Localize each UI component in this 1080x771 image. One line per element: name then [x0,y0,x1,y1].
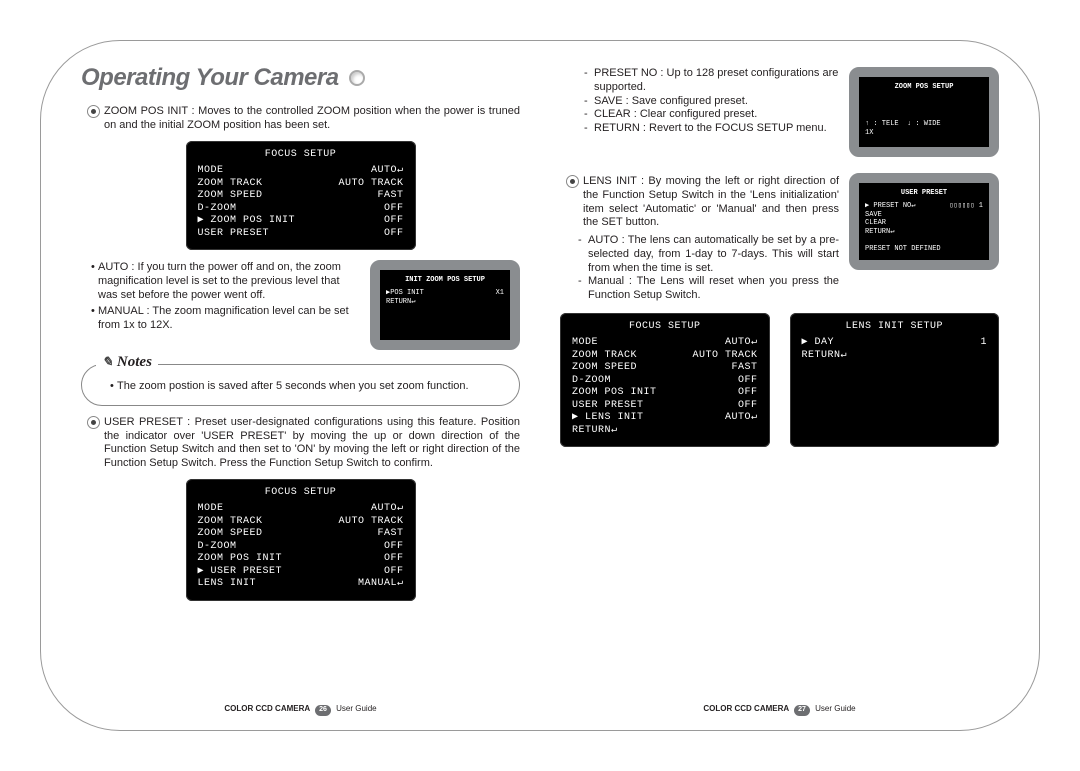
osd-row: MODEAUTO↵ [572,337,758,350]
osd-focus-setup-1: FOCUS SETUP MODEAUTO↵ZOOM TRACKAUTO TRAC… [186,141,416,251]
osd-row: RETURN↵ [865,228,983,237]
monitor-user-preset: USER PRESET ▶ PRESET NO↵▯▯▯▯▯▯ 1SAVECLEA… [849,173,999,270]
manual-note: • MANUALThe zoom magnification level can… [91,305,360,333]
osd-row: USER PRESETOFF [198,228,404,241]
ring-bullet-icon [87,416,100,429]
monitor-init-zoom: INIT ZOOM POS SETUP ▶POS INITX1RETURN↵ [370,260,520,350]
osd-focus-setup-3: FOCUS SETUP MODEAUTO↵ZOOM TRACKAUTO TRAC… [560,313,770,448]
monitor-zoom-pos: ZOOM POS SETUP ↑ : TELE ↓ : WIDE 1X [849,67,999,157]
right-column: -PRESET NOUp to 128 preset configuration… [560,63,999,720]
lens-auto-sub: - AUTOThe lens can automatically be set … [578,234,839,275]
osd-row: ▶ DAY1 [802,337,988,350]
osd-row: ZOOM TRACKAUTO TRACK [198,516,404,529]
osd-row: ZOOM POS INITOFF [198,553,404,566]
title-text: Operating Your Camera [81,63,339,93]
user-preset-entry: USER PRESETPreset user-designated config… [87,416,520,471]
osd-row: RETURN↵ [386,298,504,307]
title-dot-icon [349,70,365,86]
osd-row: ▶ USER PRESETOFF [198,566,404,579]
osd-row: ZOOM TRACKAUTO TRACK [572,350,758,363]
left-column: Operating Your Camera ZOOM POS INITMoves… [81,63,520,720]
osd-lens-init-setup: LENS INIT SETUP ▶ DAY1RETURN↵ [790,313,1000,448]
osd-row: RETURN↵ [802,350,988,363]
osd-row: ▶ ZOOM POS INITOFF [198,215,404,228]
right-bullet-item: -PRESET NOUp to 128 preset configuration… [584,67,839,95]
osd-row: D-ZOOMOFF [572,375,758,388]
osd-row: ▶ LENS INITAUTO↵ [572,412,758,425]
right-bullet-item: -SAVESave configured preset. [584,95,839,109]
osd-row: RETURN↵ [572,425,758,438]
zoom-pos-init-label: ZOOM POS INIT [104,105,198,117]
notes-box: Notes •The zoom postion is saved after 5… [81,364,520,406]
osd-row: D-ZOOMOFF [198,541,404,554]
osd-row: ZOOM SPEEDFAST [198,528,404,541]
osd1-title: FOCUS SETUP [198,149,404,162]
osd-row: SAVE [865,211,983,220]
right-bullet-item: -CLEARClear configured preset. [584,108,839,122]
osd-row: ▶POS INITX1 [386,289,504,298]
osd-row: ▶ PRESET NO↵▯▯▯▯▯▯ 1 [865,202,983,211]
lens-manual-sub: - ManualThe Lens will reset when you pre… [578,275,839,303]
osd-row: ZOOM SPEEDFAST [572,362,758,375]
osd-row: ZOOM TRACKAUTO TRACK [198,178,404,191]
osd-row: MODEAUTO↵ [198,165,404,178]
auto-note: • AUTOIf you turn the power off and on, … [91,261,360,302]
note-text: The zoom postion is saved after 5 second… [117,380,469,394]
osd-row: LENS INITMANUAL↵ [198,578,404,591]
lens-init-entry: LENS INITBy moving the left or right dir… [566,175,839,230]
osd-row: D-ZOOMOFF [198,203,404,216]
osd-row: CLEAR [865,219,983,228]
osd-row: MODEAUTO↵ [198,503,404,516]
osd2-title: FOCUS SETUP [198,487,404,500]
zoom-pos-init-entry: ZOOM POS INITMoves to the controlled ZOO… [87,105,520,133]
right-bullet-item: -RETURNRevert to the FOCUS SETUP menu. [584,122,839,136]
page-title: Operating Your Camera [81,63,520,93]
ring-bullet-icon [566,175,579,188]
osd-row: ZOOM POS INITOFF [572,387,758,400]
left-footer: COLOR CCD CAMERA 26 User Guide [81,704,520,716]
ring-bullet-icon [87,105,100,118]
two-column-layout: Operating Your Camera ZOOM POS INITMoves… [81,63,999,720]
page-frame: Operating Your Camera ZOOM POS INITMoves… [40,40,1040,731]
notes-tag: Notes [96,353,158,372]
osd-row: ZOOM SPEEDFAST [198,190,404,203]
pin-icon [102,353,113,372]
right-bullets: -PRESET NOUp to 128 preset configuration… [560,67,839,136]
right-footer: COLOR CCD CAMERA 27 User Guide [560,704,999,716]
osd-focus-setup-2: FOCUS SETUP MODEAUTO↵ZOOM TRACKAUTO TRAC… [186,479,416,601]
osd-row: USER PRESETOFF [572,400,758,413]
user-preset-label: USER PRESET [104,416,195,428]
